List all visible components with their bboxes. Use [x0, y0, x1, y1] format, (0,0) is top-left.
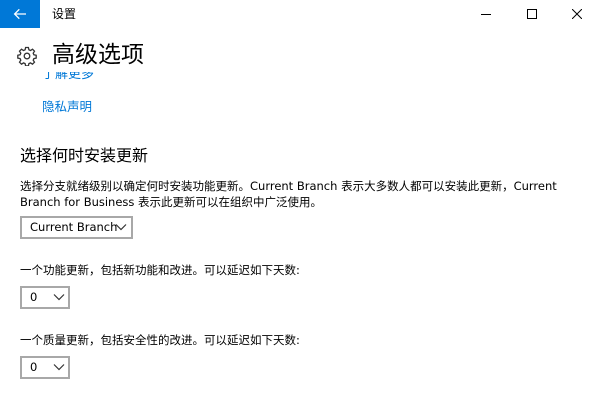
branch-select-value: Current Branch — [30, 220, 118, 234]
back-arrow-icon — [13, 8, 26, 20]
close-button[interactable] — [554, 0, 600, 28]
quality-update-days-select[interactable]: 0 — [20, 356, 70, 379]
section-heading: 选择何时安装更新 — [20, 146, 149, 165]
close-icon — [572, 9, 582, 19]
page-title: 高级选项 — [52, 42, 144, 68]
maximize-button[interactable] — [509, 0, 555, 28]
branch-select[interactable]: Current Branch — [20, 216, 133, 239]
quality-update-days-value: 0 — [30, 360, 38, 374]
chevron-down-icon — [115, 224, 127, 231]
settings-window: 设置 高级选项 了解更多 隐私声明 选择何时安装更新 选择分支就绪级别以确定何时… — [0, 0, 600, 405]
feature-update-days-value: 0 — [30, 290, 38, 304]
learn-more-link[interactable]: 了解更多 — [42, 72, 94, 82]
back-button[interactable] — [0, 0, 40, 28]
window-title: 设置 — [52, 7, 77, 21]
privacy-statement-link[interactable]: 隐私声明 — [42, 96, 92, 115]
feature-update-label: 一个功能更新，包括新功能和改进。可以延迟如下天数: — [20, 263, 300, 277]
scroll-clip-area: 了解更多 — [0, 72, 600, 84]
quality-update-label: 一个质量更新，包括安全性的改进。可以延迟如下天数: — [20, 333, 300, 347]
branch-description: 选择分支就绪级别以确定何时安装功能更新。Current Branch 表示大多数… — [20, 179, 557, 209]
gear-icon — [17, 46, 37, 66]
chevron-down-icon — [53, 364, 65, 371]
chevron-down-icon — [53, 294, 65, 301]
minimize-button[interactable] — [463, 0, 509, 28]
maximize-icon — [527, 9, 537, 19]
title-bar: 设置 — [0, 0, 600, 28]
feature-update-days-select[interactable]: 0 — [20, 286, 70, 309]
minimize-icon — [481, 14, 491, 15]
